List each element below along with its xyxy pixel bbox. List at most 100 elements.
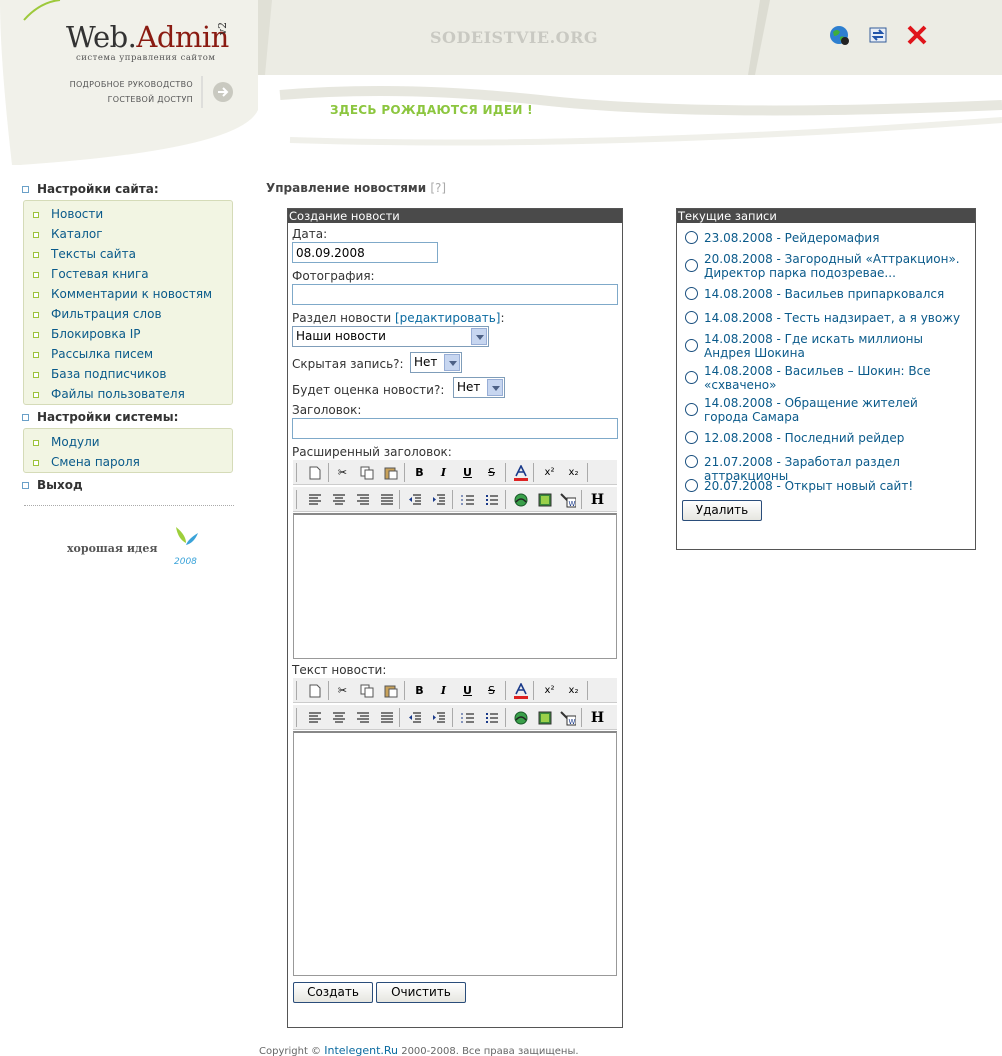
record-radio[interactable] xyxy=(685,339,698,352)
underline-icon[interactable]: U xyxy=(459,464,476,481)
sidebar-item-ip-block[interactable]: Блокировка IP xyxy=(24,324,232,344)
bold-icon[interactable]: B xyxy=(411,682,428,699)
news-text-editor[interactable] xyxy=(293,731,617,976)
guest-access-link[interactable]: ГОСТЕВОЙ ДОСТУП xyxy=(108,95,193,104)
paste-icon[interactable] xyxy=(382,464,399,481)
sidebar-item-subscribers[interactable]: База подписчиков xyxy=(24,364,232,384)
record-item[interactable]: 14.08.2008 - Где искать миллионы Андрея … xyxy=(704,332,964,360)
bold-icon[interactable]: B xyxy=(411,464,428,481)
clear-button[interactable]: Очистить xyxy=(376,982,466,1003)
heading-input[interactable] xyxy=(292,418,618,439)
toolbar-separator xyxy=(296,708,297,727)
create-button[interactable]: Создать xyxy=(293,982,373,1003)
new-document-icon[interactable] xyxy=(306,464,323,481)
new-document-icon[interactable] xyxy=(306,682,323,699)
align-center-icon[interactable] xyxy=(330,709,347,726)
sidebar-item-site-texts[interactable]: Тексты сайта xyxy=(24,244,232,264)
ext-heading-editor[interactable] xyxy=(293,513,617,659)
sidebar-item-mailing[interactable]: Рассылка писем xyxy=(24,344,232,364)
cut-icon[interactable]: ✂ xyxy=(334,682,351,699)
record-item[interactable]: 14.08.2008 - Васильев припарковался xyxy=(704,287,964,301)
align-right-icon[interactable] xyxy=(354,709,371,726)
sidebar-item-guestbook[interactable]: Гостевая книга xyxy=(24,264,232,284)
close-icon[interactable] xyxy=(906,24,928,46)
link-icon[interactable] xyxy=(512,709,529,726)
sidebar-item-change-password[interactable]: Смена пароля xyxy=(24,452,232,472)
rating-select[interactable]: Нет xyxy=(453,377,505,398)
italic-icon[interactable]: I xyxy=(435,682,452,699)
align-justify-icon[interactable] xyxy=(378,709,395,726)
photo-input[interactable] xyxy=(292,284,618,305)
logo[interactable]: Web.Admin xyxy=(66,20,229,54)
strikethrough-icon[interactable]: S xyxy=(483,682,500,699)
ordered-list-icon[interactable] xyxy=(459,709,476,726)
record-item[interactable]: 20.07.2008 - Открыт новый сайт! xyxy=(704,479,964,493)
underline-icon[interactable]: U xyxy=(459,682,476,699)
sidebar-item-catalog[interactable]: Каталог xyxy=(24,224,232,244)
unordered-list-icon[interactable] xyxy=(483,491,500,508)
align-center-icon[interactable] xyxy=(330,491,347,508)
italic-icon[interactable]: I xyxy=(435,464,452,481)
image-icon[interactable] xyxy=(536,709,553,726)
sidebar-item-modules[interactable]: Модули xyxy=(24,432,232,452)
link-icon[interactable] xyxy=(512,491,529,508)
record-radio[interactable] xyxy=(685,431,698,444)
ordered-list-icon[interactable] xyxy=(459,491,476,508)
cut-icon[interactable]: ✂ xyxy=(334,464,351,481)
align-right-icon[interactable] xyxy=(354,491,371,508)
exit-link[interactable]: Выход xyxy=(22,478,83,492)
sidebar-item-news[interactable]: Новости xyxy=(24,204,232,224)
record-item[interactable]: 14.08.2008 - Васильев – Шокин: Все «схва… xyxy=(704,364,964,392)
superscript-icon[interactable]: x² xyxy=(541,464,558,481)
help-link[interactable]: [?] xyxy=(430,181,446,195)
record-item[interactable]: 12.08.2008 - Последний рейдер xyxy=(704,431,964,445)
record-radio[interactable] xyxy=(685,455,698,468)
refresh-icon[interactable] xyxy=(867,24,889,46)
align-left-icon[interactable] xyxy=(306,491,323,508)
subscript-icon[interactable]: x₂ xyxy=(565,464,582,481)
indent-icon[interactable] xyxy=(430,709,447,726)
paste-word-icon[interactable]: W xyxy=(559,709,576,726)
heading-icon[interactable]: H xyxy=(589,709,606,726)
copy-icon[interactable] xyxy=(358,682,375,699)
footer-link[interactable]: Intelegent.Ru xyxy=(324,1044,398,1056)
indent-icon[interactable] xyxy=(430,491,447,508)
record-radio[interactable] xyxy=(685,231,698,244)
paste-word-icon[interactable]: W xyxy=(559,491,576,508)
superscript-icon[interactable]: x² xyxy=(541,682,558,699)
record-item[interactable]: 23.08.2008 - Рейдеромафия xyxy=(704,231,964,245)
record-radio[interactable] xyxy=(685,371,698,384)
record-radio[interactable] xyxy=(685,259,698,272)
toolbar-separator xyxy=(505,708,506,727)
record-item[interactable]: 14.08.2008 - Тесть надзирает, а я увожу xyxy=(704,311,964,325)
manual-link[interactable]: ПОДРОБНОЕ РУКОВОДСТВО xyxy=(70,80,193,89)
outdent-icon[interactable] xyxy=(406,491,423,508)
record-radio[interactable] xyxy=(685,311,698,324)
unordered-list-icon[interactable] xyxy=(483,709,500,726)
section-edit-link[interactable]: [редактировать] xyxy=(395,311,501,325)
globe-icon[interactable] xyxy=(828,24,850,46)
sidebar-item-news-comments[interactable]: Комментарии к новостям xyxy=(24,284,232,304)
outdent-icon[interactable] xyxy=(406,709,423,726)
font-color-icon[interactable] xyxy=(512,464,529,481)
record-radio[interactable] xyxy=(685,479,698,492)
record-radio[interactable] xyxy=(685,403,698,416)
align-justify-icon[interactable] xyxy=(378,491,395,508)
sidebar-item-user-files[interactable]: Файлы пользователя xyxy=(24,384,232,404)
sidebar-item-word-filter[interactable]: Фильтрация слов xyxy=(24,304,232,324)
image-icon[interactable] xyxy=(536,491,553,508)
heading-icon[interactable]: H xyxy=(589,491,606,508)
subscript-icon[interactable]: x₂ xyxy=(565,682,582,699)
font-color-icon[interactable] xyxy=(512,682,529,699)
align-left-icon[interactable] xyxy=(306,709,323,726)
paste-icon[interactable] xyxy=(382,682,399,699)
delete-button[interactable]: Удалить xyxy=(682,500,762,521)
section-select[interactable]: Наши новости xyxy=(292,326,489,347)
record-item[interactable]: 20.08.2008 - Загородный «Аттракцион». Ди… xyxy=(704,252,964,280)
hidden-select[interactable]: Нет xyxy=(410,352,462,373)
strikethrough-icon[interactable]: S xyxy=(483,464,500,481)
copy-icon[interactable] xyxy=(358,464,375,481)
record-item[interactable]: 14.08.2008 - Обращение жителей города Са… xyxy=(704,396,964,424)
record-radio[interactable] xyxy=(685,287,698,300)
date-input[interactable] xyxy=(292,242,438,263)
